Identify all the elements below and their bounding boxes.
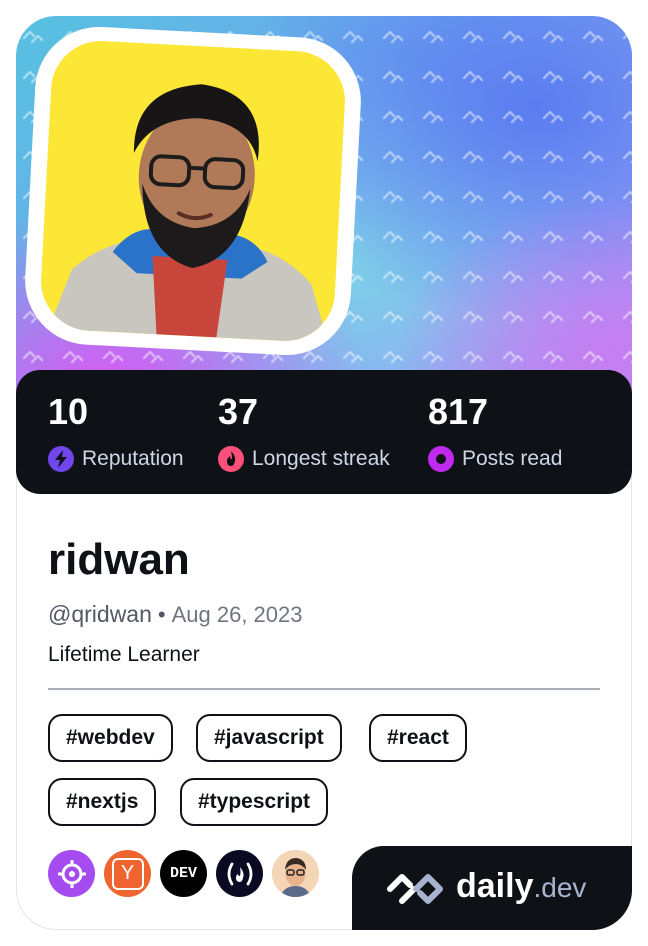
profile-bio: Lifetime Learner xyxy=(48,643,200,666)
avatar-source-icon[interactable] xyxy=(272,850,319,897)
posts-read-label-row: Posts read xyxy=(428,446,562,472)
tag-nextjs[interactable]: #nextjs xyxy=(48,778,157,826)
source-list: Y DEV xyxy=(48,850,319,897)
joined-date: Aug 26, 2023 xyxy=(171,602,303,627)
reputation-label: Reputation xyxy=(82,447,184,470)
tag-react[interactable]: #react xyxy=(369,714,467,762)
tag-typescript[interactable]: #typescript xyxy=(180,778,329,826)
tag-javascript[interactable]: #javascript xyxy=(196,714,342,762)
brand-dev: .dev xyxy=(533,872,587,903)
meta-separator: • xyxy=(157,602,166,627)
stat-posts-read: 817 Posts read xyxy=(428,392,562,472)
longest-streak-value: 37 xyxy=(218,391,259,432)
profile-info: ridwan @qridwan • Aug 26, 2023 Lifetime Le… xyxy=(48,534,600,669)
ycombinator-label: Y xyxy=(111,857,144,890)
dev-to-icon[interactable]: DEV xyxy=(160,850,207,897)
freecodecamp-icon[interactable] xyxy=(216,850,263,897)
profile-name: ridwan xyxy=(48,535,190,584)
brand-wordmark: daily.dev xyxy=(456,864,586,910)
profile-meta: @qridwan • Aug 26, 2023 xyxy=(48,600,600,629)
ycombinator-icon[interactable]: Y xyxy=(104,850,151,897)
reputation-label-row: Reputation xyxy=(48,446,184,472)
devcard: 10 Reputation 37 Longest streak 817 Post… xyxy=(16,16,632,930)
daily-dev-logo-icon xyxy=(387,874,443,904)
brand-daily: daily xyxy=(456,867,534,905)
reading-ring-icon xyxy=(428,446,454,472)
stats-bar: 10 Reputation 37 Longest streak 817 Post… xyxy=(16,370,632,494)
stat-reputation: 10 Reputation xyxy=(48,392,184,472)
stat-longest-streak: 37 Longest streak xyxy=(218,392,390,472)
brand-footer: daily.dev xyxy=(352,846,632,930)
tag-webdev[interactable]: #webdev xyxy=(48,714,173,762)
longest-streak-label: Longest streak xyxy=(252,447,390,470)
posts-read-label: Posts read xyxy=(462,447,563,470)
avatar-photo xyxy=(38,38,348,344)
profile-handle[interactable]: @qridwan xyxy=(48,601,152,627)
crosshair-icon[interactable] xyxy=(48,850,95,897)
posts-read-value: 817 xyxy=(428,391,489,432)
divider xyxy=(48,688,600,690)
longest-streak-label-row: Longest streak xyxy=(218,446,390,472)
flame-icon xyxy=(218,446,244,472)
reputation-value: 10 xyxy=(48,391,89,432)
bolt-icon xyxy=(48,446,74,472)
avatar[interactable] xyxy=(38,38,348,344)
